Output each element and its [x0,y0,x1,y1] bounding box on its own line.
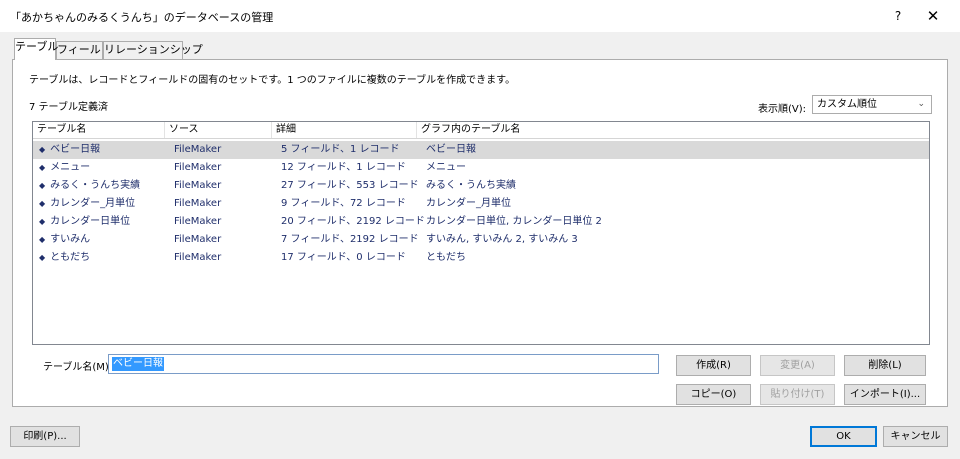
column-header-graph-table-names[interactable]: グラフ内のテーブル名 [417,122,929,138]
drag-handle-icon[interactable]: ◆ [39,163,45,172]
details-cell: 9 フィールド、72 レコード [281,198,406,209]
paste-button[interactable]: 貼り付け(T) [760,384,835,405]
table-name-input[interactable]: ベビー日報 [108,354,659,374]
tables-list[interactable]: テーブル名 ソース 詳細 グラフ内のテーブル名 ◆ ベビー日報 FileMaker 5… [32,121,930,345]
sort-order-select[interactable]: カスタム順位 ⌄ [812,95,932,114]
help-icon[interactable]: ? [888,5,908,27]
details-cell: 5 フィールド、1 レコード [281,144,400,155]
window-title: 「あかちゃんのみるくうんち」のデータベースの管理 [10,11,274,24]
ok-button[interactable]: OK [810,426,877,447]
chevron-down-icon: ⌄ [917,99,925,109]
drag-handle-icon[interactable]: ◆ [39,199,45,208]
graph-table-names-cell: みるく・うんち実績 [426,180,516,191]
table-name-cell: ◆ みるく・うんち実績 [39,177,140,195]
graph-table-names-cell: メニュー [426,162,466,173]
table-row[interactable]: ◆ すいみん FileMaker 7 フィールド、2192 レコード すいみん, すいみ… [33,231,929,249]
table-row[interactable]: ◆ カレンダー_月単位 FileMaker 9 フィールド、72 レコード カレンダー_… [33,195,929,213]
table-row[interactable]: ◆ ともだち FileMaker 17 フィールド、0 レコード ともだち [33,249,929,267]
column-header-source[interactable]: ソース [165,122,272,138]
table-name-cell: ◆ すいみん [39,231,90,249]
table-name-value: ベビー日報 [112,357,164,371]
table-count: 7 テーブル定義済 [29,102,108,113]
source-cell: FileMaker [174,162,222,173]
source-cell: FileMaker [174,252,222,263]
details-cell: 7 フィールド、2192 レコード [281,234,419,245]
details-cell: 17 フィールド、0 レコード [281,252,406,263]
graph-table-names-cell: カレンダー_月単位 [426,198,511,209]
column-header-details[interactable]: 詳細 [272,122,417,138]
import-button[interactable]: インポート(I)... [844,384,926,405]
table-name-text: ベビー日報 [50,144,101,155]
table-name-text: メニュー [50,162,91,173]
drag-handle-icon[interactable]: ◆ [39,145,45,154]
table-row[interactable]: ◆ メニュー FileMaker 12 フィールド、1 レコード メニュー [33,159,929,177]
table-row[interactable]: ◆ ベビー日報 FileMaker 5 フィールド、1 レコード ベビー日報 [33,141,929,159]
table-name-text: すいみん [50,234,91,245]
table-name-cell: ◆ カレンダー_月単位 [39,195,135,213]
table-name-text: カレンダー日単位 [50,216,131,227]
table-name-label: テーブル名(M): [43,362,113,373]
tab-tables[interactable]: テーブル [14,38,58,60]
source-cell: FileMaker [174,198,222,209]
table-name-cell: ◆ ベビー日報 [39,141,100,159]
sort-label: 表示順(V): [758,104,807,115]
graph-table-names-cell: カレンダー日単位, カレンダー日単位 2 [426,216,602,227]
source-cell: FileMaker [174,234,222,245]
source-cell: FileMaker [174,180,222,191]
tab-relationships[interactable]: リレーションシップ [103,41,203,59]
graph-table-names-cell: ベビー日報 [426,144,476,155]
sort-order-value: カスタム順位 [817,99,877,110]
details-cell: 27 フィールド、553 レコード [281,180,419,191]
source-cell: FileMaker [174,216,222,227]
table-name-cell: ◆ ともだち [39,249,90,267]
tab-fields[interactable]: フィールド [56,41,112,59]
graph-table-names-cell: すいみん, すいみん 2, すいみん 3 [426,234,578,245]
delete-button[interactable]: 削除(L) [844,355,926,376]
drag-handle-icon[interactable]: ◆ [39,235,45,244]
cancel-button[interactable]: キャンセル [883,426,948,447]
print-button[interactable]: 印刷(P)... [10,426,80,447]
source-cell: FileMaker [174,144,222,155]
drag-handle-icon[interactable]: ◆ [39,253,45,262]
table-name-text: ともだち [50,252,91,263]
table-name-cell: ◆ メニュー [39,159,90,177]
copy-button[interactable]: コピー(O) [676,384,751,405]
table-row[interactable]: ◆ みるく・うんち実績 FileMaker 27 フィールド、553 レコード みるく・… [33,177,929,195]
close-icon[interactable]: ✕ [920,5,946,27]
create-button[interactable]: 作成(R) [676,355,751,376]
details-cell: 20 フィールド、2192 レコード [281,216,425,227]
graph-table-names-cell: ともだち [426,252,466,263]
change-button[interactable]: 変更(A) [760,355,835,376]
title-bar: 「あかちゃんのみるくうんち」のデータベースの管理 ? ✕ [0,0,960,32]
drag-handle-icon[interactable]: ◆ [39,181,45,190]
table-name-cell: ◆ カレンダー日単位 [39,213,130,231]
table-name-text: みるく・うんち実績 [50,180,141,191]
table-row[interactable]: ◆ カレンダー日単位 FileMaker 20 フィールド、2192 レコード カレンダ… [33,213,929,231]
table-name-text: カレンダー_月単位 [50,198,136,209]
table-header: テーブル名 ソース 詳細 グラフ内のテーブル名 [33,122,929,139]
description-text: テーブルは、レコードとフィールドの固有のセットです。1 つのファイルに複数のテー… [29,75,516,86]
drag-handle-icon[interactable]: ◆ [39,217,45,226]
column-header-table-name[interactable]: テーブル名 [33,122,165,138]
details-cell: 12 フィールド、1 レコード [281,162,406,173]
